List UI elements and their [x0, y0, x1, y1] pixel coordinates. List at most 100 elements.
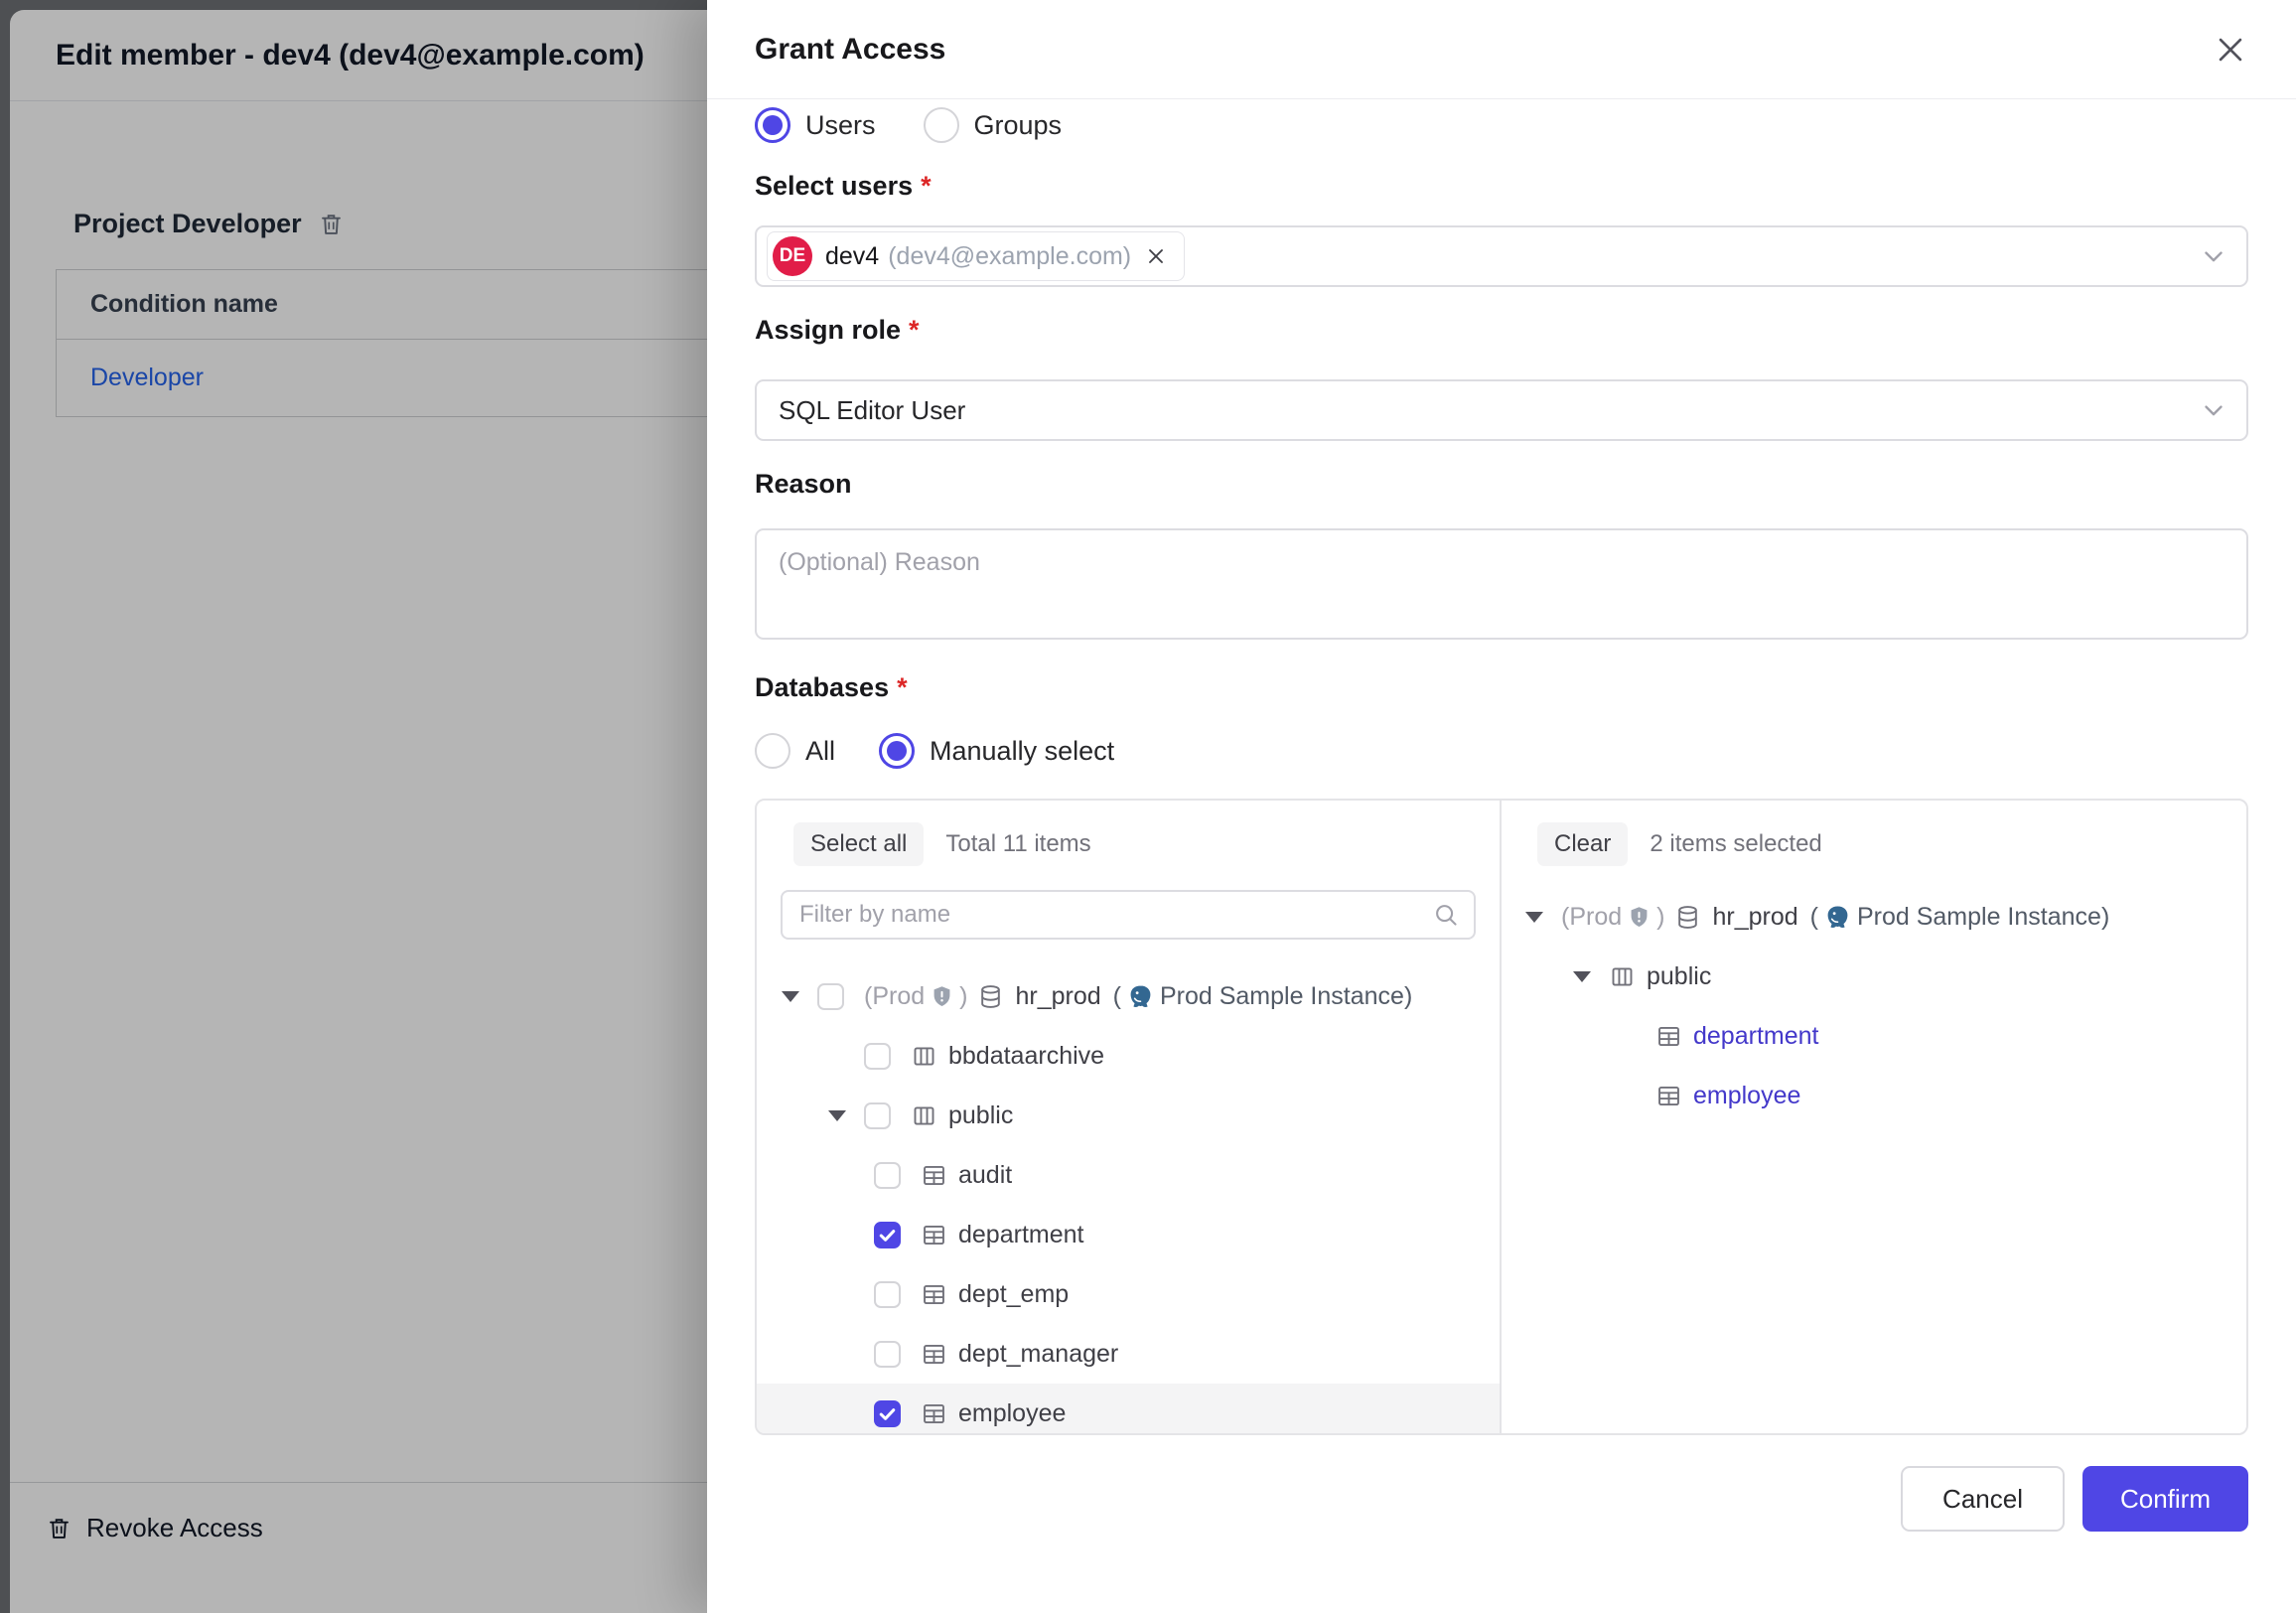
checkbox-checked[interactable] — [874, 1400, 901, 1427]
user-chip-email: (dev4@example.com) — [888, 242, 1131, 271]
table-name: employee — [958, 1399, 1066, 1428]
checkbox[interactable] — [864, 1043, 891, 1070]
radio-all-databases[interactable]: All — [755, 733, 835, 769]
check-icon — [876, 1224, 899, 1246]
database-transfer-panel: Select all Total 11 items (Prod) hr_prod… — [755, 799, 2248, 1435]
shield-icon — [1627, 905, 1651, 930]
checkbox[interactable] — [874, 1281, 901, 1308]
table-name: dept_emp — [958, 1280, 1069, 1309]
radio-all-control[interactable] — [755, 733, 790, 769]
table-icon — [921, 1400, 947, 1427]
cancel-button[interactable]: Cancel — [1901, 1466, 2065, 1532]
tree-row-table[interactable]: dept_emp — [757, 1264, 1500, 1324]
assign-role-value: SQL Editor User — [779, 395, 965, 426]
modal-title: Grant Access — [755, 33, 945, 67]
collapse-arrow-icon[interactable] — [1572, 971, 1592, 982]
radio-all-label: All — [805, 736, 835, 767]
shield-icon — [930, 984, 954, 1009]
collapse-arrow-icon[interactable] — [1524, 912, 1544, 923]
tree-row-table[interactable]: audit — [757, 1145, 1500, 1205]
chevron-down-icon[interactable] — [2199, 241, 2228, 271]
selected-tree: (Prod) hr_prod (Prod Sample Instance) pu… — [1502, 887, 2246, 1433]
scope-radio-group: Users Groups — [755, 107, 2248, 143]
tree-row-table[interactable]: employee — [1502, 1066, 2246, 1125]
check-icon — [876, 1402, 899, 1425]
filter-input[interactable] — [799, 901, 1432, 929]
chevron-down-icon — [2199, 395, 2228, 425]
selected-table-name: employee — [1693, 1082, 1800, 1110]
search-icon — [1432, 901, 1460, 929]
table-icon — [921, 1341, 947, 1368]
source-tree: (Prod) hr_prod (Prod Sample Instance) bb… — [757, 966, 1500, 1433]
transfer-selected-panel: Clear 2 items selected (Prod) hr_prod (P… — [1502, 801, 2246, 1433]
postgresql-icon — [1127, 983, 1154, 1010]
database-icon — [1674, 904, 1701, 931]
schema-icon — [911, 1043, 937, 1070]
tree-row-table[interactable]: employee — [757, 1384, 1500, 1433]
radio-users-label: Users — [805, 110, 876, 141]
close-button[interactable] — [2213, 32, 2248, 68]
checkbox[interactable] — [874, 1341, 901, 1368]
checkbox-checked[interactable] — [874, 1222, 901, 1248]
schema-icon — [911, 1102, 937, 1129]
radio-users-control[interactable] — [755, 107, 790, 143]
required-asterisk: * — [921, 171, 932, 201]
table-name: dept_manager — [958, 1340, 1118, 1369]
select-users-label: Select users* — [755, 171, 2248, 202]
table-name: audit — [958, 1161, 1012, 1190]
close-icon — [2214, 33, 2247, 67]
clear-button[interactable]: Clear — [1537, 822, 1628, 866]
checkbox[interactable] — [864, 1102, 891, 1129]
tree-row-database[interactable]: (Prod) hr_prod (Prod Sample Instance) — [757, 966, 1500, 1026]
selected-count-label: 2 items selected — [1650, 830, 1821, 858]
schema-name: public — [1647, 962, 1711, 991]
user-chip: DE dev4 (dev4@example.com) — [767, 231, 1185, 281]
remove-user-button[interactable] — [1144, 244, 1168, 268]
table-icon — [921, 1281, 947, 1308]
table-icon — [1655, 1023, 1682, 1050]
schema-name: bbdataarchive — [948, 1042, 1104, 1071]
grant-access-modal: Grant Access Users Groups Select users* … — [707, 0, 2296, 1613]
selected-table-name: department — [1693, 1022, 1818, 1051]
checkbox[interactable] — [817, 983, 844, 1010]
tree-row-schema[interactable]: public — [1502, 947, 2246, 1006]
table-icon — [921, 1162, 947, 1189]
tree-row-table[interactable]: dept_manager — [757, 1324, 1500, 1384]
radio-manually-label: Manually select — [930, 736, 1114, 767]
collapse-arrow-icon[interactable] — [827, 1110, 847, 1121]
assign-role-select[interactable]: SQL Editor User — [755, 379, 2248, 441]
table-icon — [921, 1222, 947, 1248]
select-all-button[interactable]: Select all — [793, 822, 924, 866]
radio-users[interactable]: Users — [755, 107, 876, 143]
reason-textarea[interactable] — [755, 528, 2248, 640]
radio-manually-select[interactable]: Manually select — [879, 733, 1114, 769]
reason-label: Reason — [755, 469, 2248, 500]
checkbox[interactable] — [874, 1162, 901, 1189]
required-asterisk: * — [909, 315, 920, 345]
table-name: department — [958, 1221, 1083, 1249]
radio-groups-label: Groups — [974, 110, 1063, 141]
database-name: hr_prod — [1712, 903, 1797, 932]
tree-row-schema[interactable]: bbdataarchive — [757, 1026, 1500, 1086]
tree-row-table[interactable]: department — [1502, 1006, 2246, 1066]
confirm-button[interactable]: Confirm — [2082, 1466, 2248, 1532]
radio-manually-control[interactable] — [879, 733, 915, 769]
tree-row-schema[interactable]: public — [757, 1086, 1500, 1145]
tree-row-table[interactable]: department — [757, 1205, 1500, 1264]
select-users-input[interactable]: DE dev4 (dev4@example.com) — [755, 225, 2248, 287]
filter-input-wrapper — [781, 890, 1476, 940]
database-icon — [977, 983, 1004, 1010]
database-name: hr_prod — [1015, 982, 1100, 1011]
avatar: DE — [773, 236, 812, 276]
databases-radio-group: All Manually select — [755, 733, 2248, 769]
user-chip-name: dev4 — [825, 242, 879, 271]
tree-row-database[interactable]: (Prod) hr_prod (Prod Sample Instance) — [1502, 887, 2246, 947]
total-items-label: Total 11 items — [945, 830, 1090, 858]
table-icon — [1655, 1083, 1682, 1109]
collapse-arrow-icon[interactable] — [781, 991, 800, 1002]
radio-groups-control[interactable] — [924, 107, 959, 143]
schema-name: public — [948, 1101, 1013, 1130]
assign-role-label: Assign role* — [755, 315, 2248, 346]
databases-label: Databases* — [755, 672, 2248, 703]
radio-groups[interactable]: Groups — [924, 107, 1063, 143]
